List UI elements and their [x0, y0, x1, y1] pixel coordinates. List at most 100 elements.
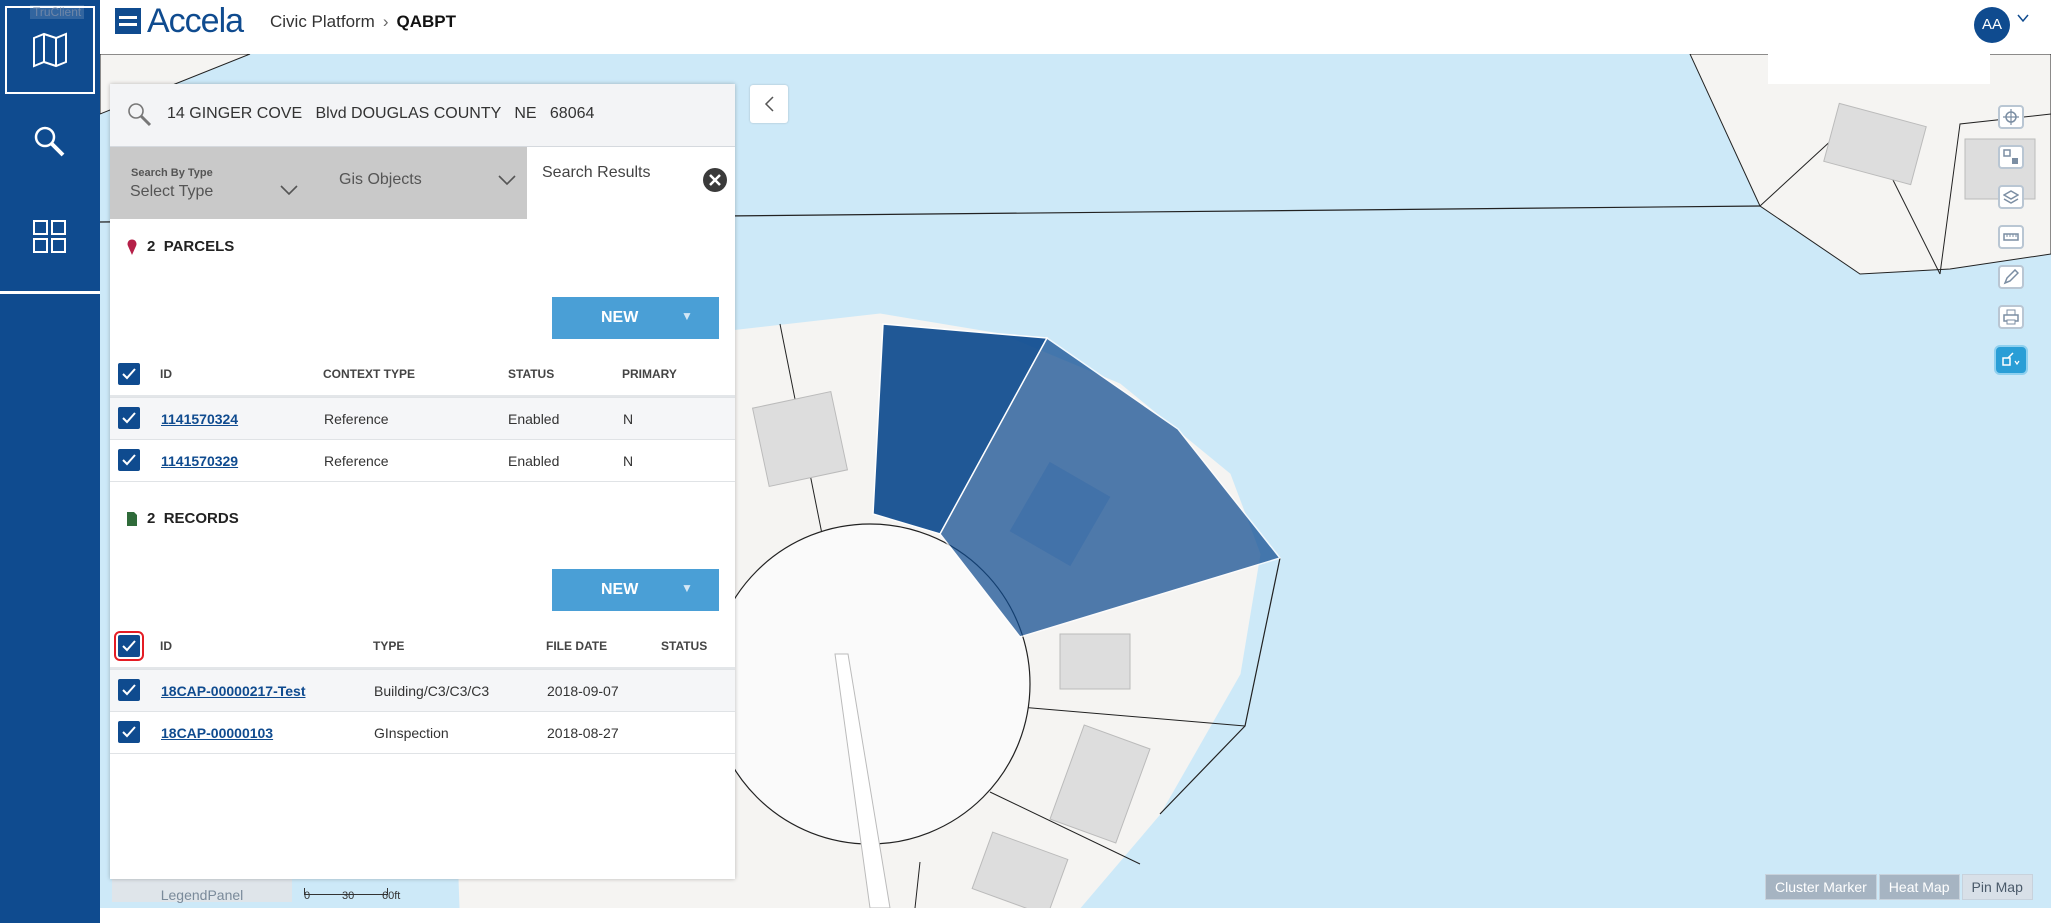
records-col-type[interactable]: TYPE [373, 639, 404, 653]
parcel-context: Reference [324, 453, 389, 469]
record-type: GInspection [374, 725, 449, 741]
gis-objects-dropdown[interactable]: Gis Objects [310, 147, 527, 219]
record-file-date: 2018-09-07 [547, 683, 619, 699]
table-row[interactable]: 18CAP-00000217-Test Building/C3/C3/C3 20… [110, 669, 735, 711]
new-record-label: NEW [601, 581, 639, 598]
gis-objects-value: Gis Objects [339, 171, 422, 188]
map-type-switcher: Cluster Marker Heat Map Pin Map [1765, 874, 2033, 900]
map-nav-button[interactable] [5, 6, 95, 94]
print-tool-button[interactable] [1992, 300, 2030, 334]
row-checkbox[interactable] [118, 721, 140, 743]
record-file-date: 2018-08-27 [547, 725, 619, 741]
collapse-panel-button[interactable] [750, 85, 788, 123]
checkmark-icon [122, 412, 136, 424]
new-parcel-label: NEW [601, 309, 639, 326]
checkmark-icon [122, 640, 136, 652]
edit-shape-icon [2002, 352, 2020, 366]
search-results-panel: 14 GINGER COVE Blvd DOUGLAS COUNTY NE 68… [110, 84, 735, 879]
checkmark-icon [122, 684, 136, 696]
search-icon [128, 103, 152, 127]
chevron-down-icon [280, 185, 298, 196]
user-avatar[interactable]: AA [1974, 7, 2010, 43]
chevron-down-icon[interactable] [2017, 12, 2029, 24]
records-count: 2 [147, 510, 156, 527]
parcel-status: Enabled [508, 453, 560, 469]
cluster-marker-button[interactable]: Cluster Marker [1765, 874, 1877, 900]
chevron-down-icon [498, 175, 516, 186]
scale-tick-60: 60ft [382, 890, 401, 902]
scale-tick-0: 0 [304, 890, 311, 902]
select-area-icon [2003, 149, 2018, 164]
table-row[interactable]: 18CAP-00000103 GInspection 2018-08-27 [110, 711, 735, 754]
search-input[interactable]: 14 GINGER COVE Blvd DOUGLAS COUNTY NE 68… [167, 105, 594, 123]
left-nav [0, 0, 100, 923]
breadcrumb: Civic Platform › QABPT [270, 12, 456, 32]
parcels-col-context[interactable]: CONTEXT TYPE [323, 367, 415, 381]
ruler-icon [2003, 233, 2019, 241]
parcels-col-primary[interactable]: PRIMARY [622, 367, 677, 381]
row-checkbox[interactable] [118, 679, 140, 701]
truclient-overlay: TruClient [30, 5, 85, 19]
parcels-col-id[interactable]: ID [160, 367, 172, 381]
records-section-title: 2 RECORDS [127, 510, 239, 527]
row-checkbox[interactable] [118, 449, 140, 471]
checkmark-icon [122, 454, 136, 466]
table-row[interactable]: 1141570324 Reference Enabled N [110, 397, 735, 439]
row-checkbox[interactable] [118, 407, 140, 429]
layers-tool-button[interactable] [1992, 180, 2030, 214]
dropdown-arrow-icon[interactable]: ▼ [681, 309, 693, 323]
checkmark-icon [122, 368, 136, 380]
parcels-col-status[interactable]: STATUS [508, 367, 554, 381]
close-icon[interactable] [702, 167, 728, 193]
search-type-dropdown[interactable]: Search By Type Select Type [110, 147, 310, 219]
parcel-id-link[interactable]: 1141570329 [161, 453, 238, 469]
accela-logo-icon [115, 8, 141, 34]
document-icon [127, 511, 137, 526]
pencil-icon [2003, 269, 2019, 285]
new-record-button[interactable]: NEW ▼ [552, 569, 719, 611]
draw-tool-button[interactable] [1992, 260, 2030, 294]
filter-bar: Search By Type Select Type Gis Objects S… [110, 147, 735, 219]
top-bar: Accela Civic Platform › QABPT AA [100, 0, 2051, 54]
parcels-count: 2 [147, 238, 156, 255]
record-id-link[interactable]: 18CAP-00000217-Test [161, 683, 306, 699]
apps-nav-button[interactable] [5, 193, 95, 281]
record-id-link[interactable]: 18CAP-00000103 [161, 725, 273, 741]
table-row[interactable]: 1141570329 Reference Enabled N [110, 439, 735, 482]
breadcrumb-current: QABPT [396, 12, 457, 31]
map-pin-icon [127, 238, 137, 255]
breadcrumb-chevron-icon: › [382, 12, 389, 31]
parcels-title: PARCELS [163, 238, 235, 255]
layers-icon [2003, 190, 2019, 204]
checkmark-icon [122, 726, 136, 738]
map-icon [33, 32, 67, 68]
new-parcel-button[interactable]: NEW ▼ [552, 297, 719, 339]
dropdown-arrow-icon[interactable]: ▼ [681, 581, 693, 595]
breadcrumb-root[interactable]: Civic Platform [270, 12, 375, 31]
measure-tool-button[interactable] [1992, 220, 2030, 254]
heat-map-button[interactable]: Heat Map [1878, 874, 1960, 900]
records-col-status[interactable]: STATUS [661, 639, 707, 653]
pin-map-button[interactable]: Pin Map [1961, 874, 2033, 900]
records-select-all-checkbox[interactable] [114, 631, 144, 661]
locate-tool-button[interactable] [1992, 100, 2030, 134]
records-title: RECORDS [163, 510, 239, 527]
map-info-box [1768, 54, 1990, 84]
parcel-context: Reference [324, 411, 389, 427]
parcel-status: Enabled [508, 411, 560, 427]
parcels-select-all-checkbox[interactable] [118, 363, 140, 385]
records-col-file-date[interactable]: FILE DATE [546, 639, 607, 653]
select-tool-button[interactable] [1992, 140, 2030, 174]
records-col-id[interactable]: ID [160, 639, 172, 653]
scale-bar: 0 30 60ft [304, 880, 400, 902]
brand-name: Accela [147, 2, 244, 40]
search-nav-button[interactable] [5, 98, 95, 186]
chevron-left-icon [764, 96, 774, 112]
search-icon [34, 126, 65, 157]
search-bar[interactable]: 14 GINGER COVE Blvd DOUGLAS COUNTY NE 68… [110, 84, 735, 147]
edit-gis-tool-button[interactable] [1992, 343, 2030, 377]
legend-panel-tab[interactable]: LegendPanel [112, 878, 292, 903]
parcels-section-title: 2 PARCELS [127, 238, 234, 255]
nav-divider [0, 291, 100, 294]
parcel-id-link[interactable]: 1141570324 [161, 411, 238, 427]
